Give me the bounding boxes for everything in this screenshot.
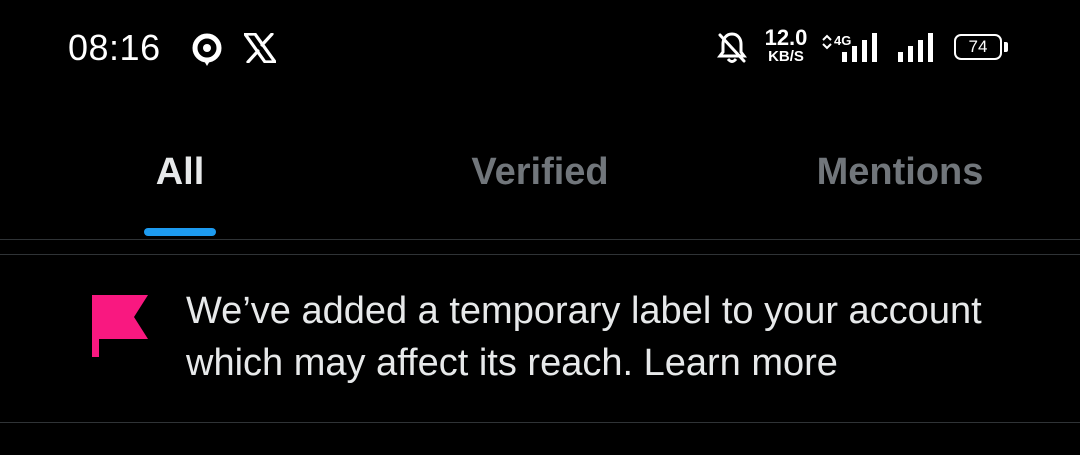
tabs-divider — [0, 239, 1080, 240]
tab-verified[interactable]: Verified — [360, 144, 720, 204]
status-bar: 08:16 12.0 KB/S 4G 74 — [0, 0, 1080, 96]
signal-4g-icon — [840, 30, 882, 69]
tab-selected-indicator — [144, 228, 216, 236]
tab-verified-label: Verified — [471, 151, 609, 193]
battery-tip — [1004, 42, 1008, 52]
location-target-icon — [190, 33, 224, 72]
tab-mentions-label: Mentions — [816, 151, 984, 193]
tab-all[interactable]: All — [0, 144, 360, 204]
status-time: 08:16 — [68, 27, 161, 68]
notice-bottom-divider — [0, 422, 1080, 423]
notice-text: We’ve added a temporary label to your ac… — [186, 290, 982, 384]
signal-icon — [896, 30, 938, 69]
network-speed: 12.0 KB/S — [760, 25, 812, 66]
bell-off-icon — [716, 31, 748, 70]
network-speed-unit: KB/S — [768, 48, 804, 65]
x-logo-icon — [243, 32, 277, 68]
battery-level: 74 — [968, 37, 988, 56]
notification-tabs: All Verified Mentions — [0, 130, 1080, 240]
flag-icon — [92, 295, 152, 364]
network-speed-value: 12.0 — [764, 25, 808, 50]
data-arrows-icon — [822, 34, 832, 55]
battery-icon: 74 — [954, 34, 1002, 60]
tab-mentions[interactable]: Mentions — [720, 144, 1080, 204]
account-label-notice[interactable]: We’ve added a temporary label to your ac… — [0, 255, 1080, 422]
tab-all-label: All — [155, 151, 205, 193]
